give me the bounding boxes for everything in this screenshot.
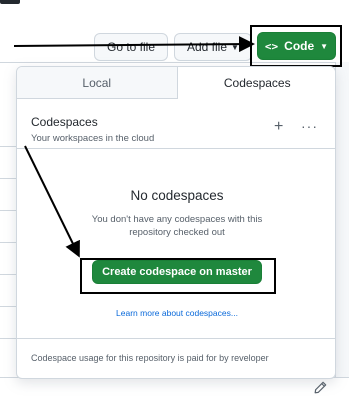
codespaces-title: Codespaces bbox=[31, 115, 98, 129]
create-codespace-button[interactable]: Create codespace on master bbox=[92, 260, 262, 284]
file-list-right-edge bbox=[335, 62, 349, 382]
code-brackets-icon: <> bbox=[264, 39, 279, 53]
readme-header bbox=[0, 377, 349, 411]
pencil-icon[interactable] bbox=[313, 381, 327, 395]
empty-state-title: No codespaces bbox=[130, 188, 224, 203]
code-dropdown-panel: Local Codespaces Codespaces Your workspa… bbox=[16, 66, 336, 379]
screen: Go to file Add file ▼ <> Code ▼ Local Cod… bbox=[0, 0, 349, 411]
code-button[interactable]: <> Code ▼ bbox=[257, 32, 336, 60]
empty-state-description: You don't have any codespaces with this … bbox=[91, 214, 263, 238]
chevron-down-icon: ▼ bbox=[231, 42, 239, 52]
go-to-file-button[interactable]: Go to file bbox=[94, 33, 168, 61]
learn-more-link[interactable]: Learn more about codespaces... bbox=[17, 308, 335, 318]
codespaces-header: Codespaces Your workspaces in the cloud … bbox=[17, 99, 335, 149]
plus-icon[interactable]: + bbox=[274, 119, 283, 135]
code-button-label: Code bbox=[284, 39, 315, 53]
clone-tabs: Local Codespaces bbox=[17, 67, 335, 99]
billing-note: Codespace usage for this repository is p… bbox=[31, 353, 269, 363]
panel-footer: Codespace usage for this repository is p… bbox=[17, 338, 335, 378]
add-file-button[interactable]: Add file ▼ bbox=[174, 33, 252, 61]
go-to-file-label: Go to file bbox=[107, 40, 156, 54]
tab-local[interactable]: Local bbox=[17, 67, 177, 99]
add-file-label: Add file bbox=[187, 40, 228, 54]
kebab-horizontal-icon[interactable]: ··· bbox=[301, 119, 318, 133]
header-fragment bbox=[0, 0, 20, 4]
chevron-down-icon: ▼ bbox=[320, 41, 329, 51]
codespaces-subtitle: Your workspaces in the cloud bbox=[31, 133, 155, 144]
tab-codespaces[interactable]: Codespaces bbox=[176, 67, 335, 99]
